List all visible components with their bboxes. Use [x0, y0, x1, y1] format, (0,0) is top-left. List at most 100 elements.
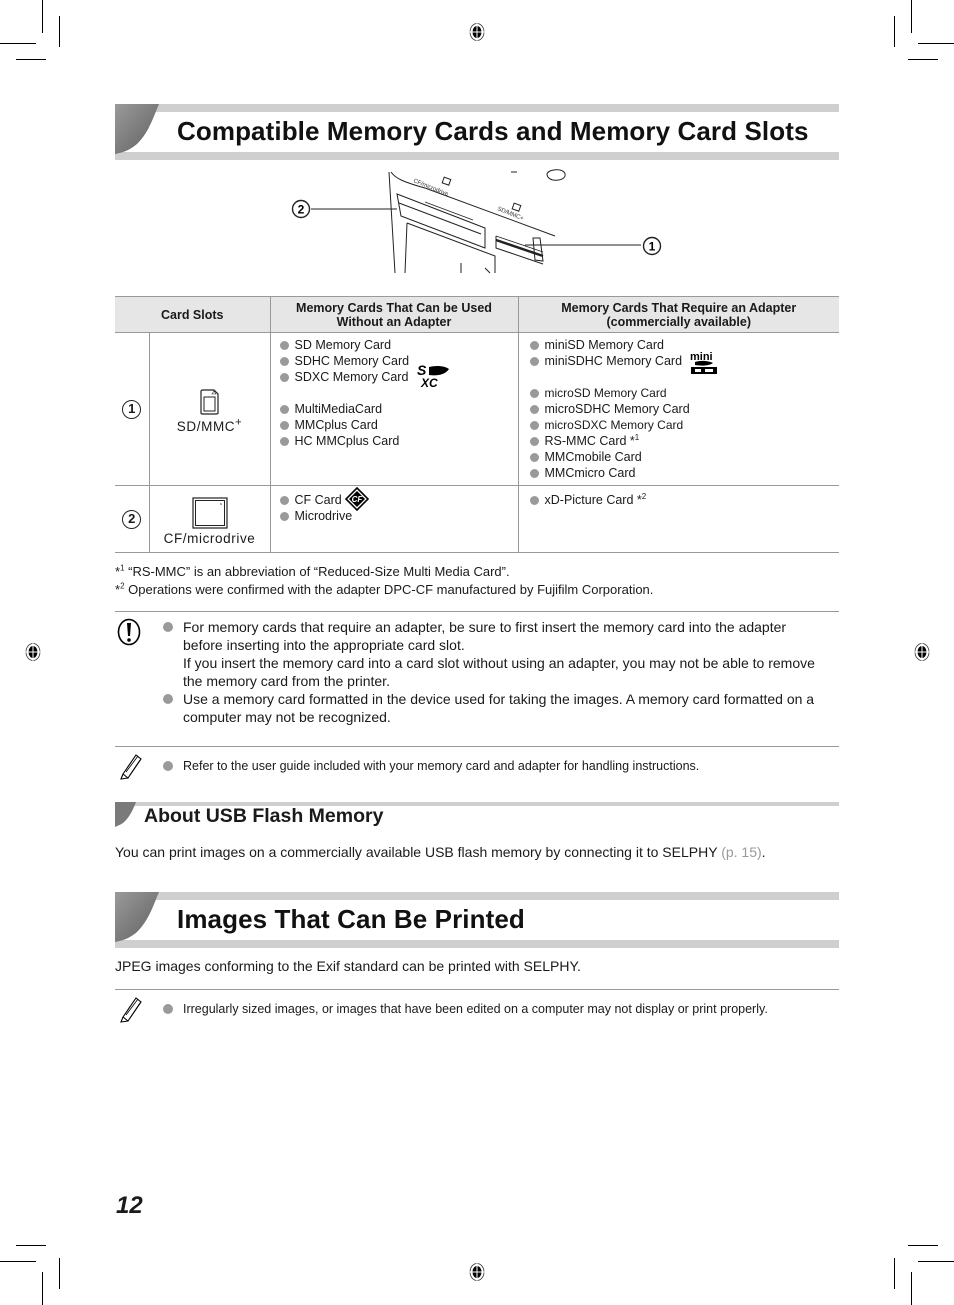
callout-number: 2: [298, 203, 305, 217]
banner-swoosh-icon: [115, 892, 159, 942]
list-item: SD Memory Card: [279, 337, 518, 353]
crop-mark: [911, 1272, 912, 1305]
footnote-mark: 2: [641, 491, 647, 501]
footnote: *2 Operations were confirmed with the ad…: [115, 582, 653, 597]
footnote-text: Operations were confirmed with the adapt…: [124, 582, 654, 597]
without-adapter-cell: SD Memory Card SDHC Memory Card SDXC Mem…: [269, 332, 518, 486]
divider: [115, 611, 839, 612]
header-line: Without an Adapter: [336, 314, 452, 329]
caution-box: For memory cards that require an adapter…: [115, 618, 839, 728]
list-item: xD-Picture Card *2: [529, 492, 840, 508]
slot-number: 1: [122, 399, 142, 419]
table-row: 2 s CF/microdrive CF Card Microdrive CF: [115, 485, 840, 553]
crop-mark: [42, 1272, 43, 1305]
header-line: Memory Cards That Can be Used: [296, 300, 492, 315]
crop-mark: [908, 1245, 938, 1246]
header-card-slots: Card Slots: [115, 296, 270, 333]
list-item-text: xD-Picture Card *: [544, 493, 642, 507]
list-item: microSDXC Memory Card: [529, 417, 840, 433]
caution-text: If you insert the memory card into a car…: [183, 655, 815, 689]
table-header-row: Card Slots Memory Cards That Can be Used…: [115, 296, 839, 333]
list-item: miniSD Memory Card: [529, 337, 840, 353]
section-title: Images That Can Be Printed: [177, 904, 525, 934]
crop-mark: [59, 1258, 60, 1289]
list-item: microSD Memory Card: [529, 385, 840, 401]
crop-mark: [894, 1258, 895, 1289]
footnote-mark: 1: [634, 432, 640, 442]
list-item: Microdrive: [279, 508, 518, 524]
banner-bottom-bar: [115, 940, 839, 948]
registration-mark-icon: [469, 1262, 485, 1282]
banner-top-bar: [115, 104, 839, 112]
header-line: (commercially available): [606, 314, 752, 329]
page-reference-link[interactable]: (p. 15): [721, 844, 761, 860]
pencil-icon: [120, 997, 142, 1023]
crop-mark: [16, 1245, 46, 1246]
without-adapter-cell: CF Card Microdrive CF: [269, 485, 518, 553]
footnote: *1 “RS-MMC” is an abbreviation of “Reduc…: [115, 564, 510, 579]
slot-number-cell: 1: [115, 332, 149, 486]
list-item: RS-MMC Card *1: [529, 433, 840, 449]
memo-item: Irregularly sized images, or images that…: [161, 1000, 839, 1018]
figure-slot-label: CF/microdrive: [412, 178, 449, 198]
list-item: MMCplus Card: [279, 417, 518, 433]
table-row: 1 SD/MMC+ SD Memory Card SDHC Memory Car…: [115, 332, 840, 486]
crop-mark: [0, 1261, 36, 1262]
header-line: Memory Cards That Require an Adapter: [561, 300, 797, 315]
caution-icon: [117, 618, 141, 646]
footnote-text: “RS-MMC” is an abbreviation of “Reduced-…: [124, 564, 510, 579]
svg-text:XC: XC: [420, 376, 438, 389]
crop-mark: [894, 16, 895, 47]
registration-mark-icon: [469, 22, 485, 42]
memory-card-table: Card Slots Memory Cards That Can be Used…: [115, 296, 839, 553]
with-adapter-cell: xD-Picture Card *2: [517, 485, 840, 553]
pencil-icon: [120, 754, 142, 780]
banner-swoosh-icon: [115, 104, 159, 154]
section-banner-images-printed: Images That Can Be Printed: [115, 892, 839, 948]
list-item: MMCmicro Card: [529, 465, 840, 481]
slot-name: CF/microdrive: [163, 530, 256, 546]
list-item: miniSDHC Memory Card: [529, 353, 840, 369]
list-item: SDHC Memory Card: [279, 353, 518, 369]
usb-paragraph: You can print images on a commercially a…: [115, 844, 766, 860]
callout-number: 1: [649, 240, 656, 254]
list-item-text: RS-MMC Card *: [544, 434, 635, 448]
card-list: SD Memory Card SDHC Memory Card SDXC Mem…: [279, 337, 518, 449]
slot-number: 2: [122, 509, 142, 529]
crop-mark: [908, 59, 938, 60]
section-banner-compatible-cards: Compatible Memory Cards and Memory Card …: [115, 104, 839, 160]
subsection-banner-usb: About USB Flash Memory: [115, 802, 839, 828]
memo-box: Refer to the user guide included with yo…: [115, 752, 839, 782]
crop-mark: [918, 1261, 954, 1262]
caution-item: For memory cards that require an adapter…: [161, 618, 821, 690]
memo-list: Refer to the user guide included with yo…: [161, 757, 839, 775]
crop-mark: [911, 0, 912, 33]
memo-item: Refer to the user guide included with yo…: [161, 757, 839, 775]
paragraph-text: You can print images on a commercially a…: [115, 844, 722, 860]
list-item: HC MMCplus Card: [279, 433, 518, 449]
divider: [115, 746, 839, 747]
list-item: microSDHC Memory Card: [529, 401, 840, 417]
divider: [115, 989, 839, 990]
banner-bottom-bar: [115, 152, 839, 160]
with-adapter-cell: miniSD Memory Card miniSDHC Memory Card …: [517, 332, 840, 486]
cf-card-icon: s: [191, 496, 228, 529]
subsection-swoosh-icon: [115, 802, 136, 827]
slot-name-suffix: +: [235, 416, 243, 428]
list-item: CF Card: [279, 492, 518, 508]
paragraph-text: .: [761, 844, 766, 860]
sdxc-logo-icon: S XC: [417, 363, 449, 389]
header-with-adapter: Memory Cards That Require an Adapter (com…: [517, 296, 839, 333]
section-title: Compatible Memory Cards and Memory Card …: [177, 116, 809, 146]
crop-mark: [16, 59, 46, 60]
cf-logo-icon: CF: [344, 487, 369, 511]
banner-top-bar: [115, 892, 839, 900]
registration-mark-icon: [914, 642, 930, 662]
printer-card-slots-illustration: CF/microdrive SD/MMC+ 2 1: [291, 169, 662, 274]
card-list: xD-Picture Card *2: [529, 492, 840, 508]
subsection-title: About USB Flash Memory: [144, 805, 384, 827]
crop-mark: [918, 43, 954, 44]
minisdhc-logo-icon: mini: [690, 351, 717, 374]
card-list: CF Card Microdrive: [279, 492, 518, 524]
sd-card-icon: [199, 388, 219, 415]
